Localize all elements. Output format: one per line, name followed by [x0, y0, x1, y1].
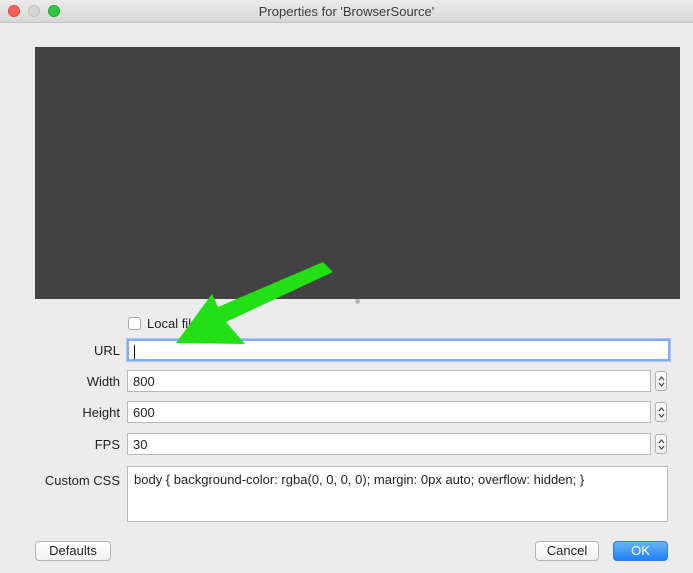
stepper-arrows-icon	[658, 407, 665, 418]
url-input[interactable]	[127, 339, 670, 361]
local-file-checkbox[interactable]	[128, 316, 141, 330]
custom-css-textarea[interactable]: body { background-color: rgba(0, 0, 0, 0…	[127, 466, 668, 522]
fps-stepper[interactable]	[655, 434, 667, 454]
cancel-button[interactable]: Cancel	[535, 541, 599, 561]
defaults-button[interactable]: Defaults	[35, 541, 111, 561]
browser-source-preview	[35, 47, 680, 299]
fps-input[interactable]: 30	[127, 433, 651, 455]
stepper-arrows-icon	[658, 439, 665, 450]
splitter-handle[interactable]	[355, 299, 360, 304]
local-file-label: Local file	[147, 315, 199, 331]
width-input[interactable]: 800	[127, 370, 651, 392]
title-bar: Properties for 'BrowserSource'	[0, 0, 693, 23]
height-input[interactable]: 600	[127, 401, 651, 423]
url-label: URL	[93, 343, 120, 358]
width-stepper[interactable]	[655, 371, 667, 391]
ok-button[interactable]: OK	[613, 541, 668, 561]
height-label: Height	[82, 405, 120, 420]
window-title: Properties for 'BrowserSource'	[258, 4, 435, 19]
width-label: Width	[86, 374, 120, 389]
stepper-arrows-icon	[658, 376, 665, 387]
height-stepper[interactable]	[655, 402, 667, 422]
custom-css-label: Custom CSS	[44, 473, 120, 488]
fps-label: FPS	[94, 437, 120, 452]
local-file-row[interactable]: Local file	[128, 315, 198, 331]
text-caret	[134, 344, 135, 359]
